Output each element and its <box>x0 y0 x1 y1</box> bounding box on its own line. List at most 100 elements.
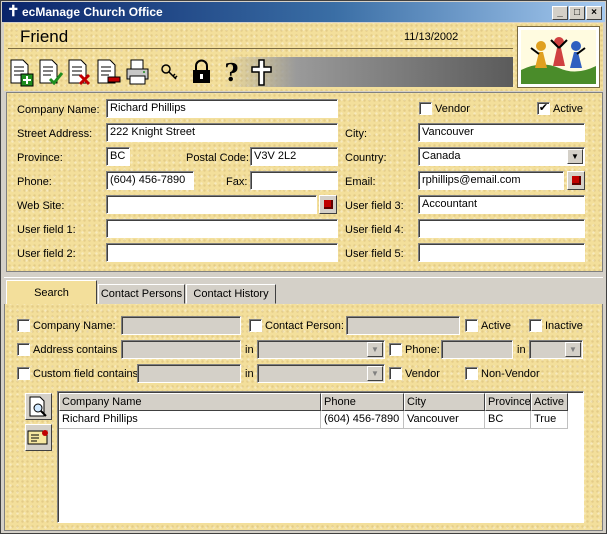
contact-person-filter-checkbox[interactable] <box>249 319 262 332</box>
send-email-button[interactable] <box>567 171 585 190</box>
page-title: Friend <box>20 27 69 46</box>
detail-form: Company Name: Richard Phillips Street Ad… <box>6 92 603 272</box>
contact-person-filter-input[interactable] <box>346 316 460 335</box>
church-logo <box>517 26 600 88</box>
postal-code-label: Postal Code: <box>186 152 249 164</box>
results-grid[interactable]: Company Name Phone City Province Active … <box>57 391 584 523</box>
column-header-province[interactable]: Province <box>485 393 531 411</box>
province-field[interactable]: BC <box>106 147 130 166</box>
active-filter-label: Active <box>481 320 511 332</box>
user-field-3-input[interactable]: Accountant <box>418 195 585 214</box>
company-name-filter-checkbox[interactable] <box>17 319 30 332</box>
address-filter-checkbox[interactable] <box>17 343 30 356</box>
vendor-filter-label: Vendor <box>405 368 440 380</box>
table-cell-company-name[interactable]: Richard Phillips <box>59 411 321 429</box>
tab-contact-history[interactable]: Contact History <box>186 284 276 304</box>
street-address-field[interactable]: 222 Knight Street <box>106 123 338 142</box>
save-check-icon[interactable] <box>37 57 64 87</box>
company-name-field[interactable]: Richard Phillips <box>106 99 338 118</box>
user-field-1-label: User field 1: <box>17 224 76 236</box>
web-site-field[interactable] <box>106 195 317 214</box>
country-select[interactable]: Canada <box>418 147 585 166</box>
close-button[interactable]: × <box>586 6 602 20</box>
phone-filter-checkbox[interactable] <box>389 343 402 356</box>
svg-text:?: ? <box>224 58 238 87</box>
address-in-select[interactable] <box>257 340 385 359</box>
user-field-3-label: User field 3: <box>345 200 404 212</box>
column-header-phone[interactable]: Phone <box>321 393 404 411</box>
chevron-down-icon[interactable]: ▼ <box>567 149 583 164</box>
maximize-button[interactable]: □ <box>569 6 585 20</box>
phone-in-label: in <box>517 344 526 356</box>
column-header-company-name[interactable]: Company Name <box>59 393 321 411</box>
country-label: Country: <box>345 152 387 164</box>
custom-field-in-select[interactable] <box>257 364 385 383</box>
remove-record-icon[interactable] <box>95 57 122 87</box>
user-field-4-label: User field 4: <box>345 224 404 236</box>
custom-field-filter-checkbox[interactable] <box>17 367 30 380</box>
email-field[interactable]: rphillips@email.com <box>418 171 564 190</box>
user-field-5-input[interactable] <box>418 243 585 262</box>
open-website-button[interactable] <box>319 195 337 214</box>
vendor-checkbox[interactable] <box>419 102 432 115</box>
red-square-icon <box>324 200 333 209</box>
lock-icon[interactable] <box>188 57 215 87</box>
chevron-down-icon[interactable]: ▼ <box>367 366 383 381</box>
phone-filter-label: Phone: <box>405 344 440 356</box>
phone-field[interactable]: (604) 456-7890 <box>106 171 194 190</box>
custom-field-filter-label: Custom field contains <box>33 368 139 380</box>
search-key-icon[interactable] <box>156 57 183 87</box>
province-label: Province: <box>17 152 63 164</box>
header-area: Friend 11/13/2002 ? <box>4 23 603 91</box>
vendor-filter-checkbox[interactable] <box>389 367 402 380</box>
tab-search[interactable]: Search <box>6 280 97 305</box>
chevron-down-icon[interactable]: ▼ <box>565 342 581 357</box>
company-name-filter-label: Company Name: <box>33 320 116 332</box>
chevron-down-icon[interactable]: ▼ <box>367 342 383 357</box>
user-field-5-label: User field 5: <box>345 248 404 260</box>
window-title: ecManage Church Office <box>22 5 163 19</box>
minimize-button[interactable]: _ <box>552 6 568 20</box>
title-bar: ✝ ecManage Church Office _ □ × <box>2 2 605 22</box>
fax-field[interactable] <box>250 171 338 190</box>
search-document-button[interactable] <box>25 393 52 420</box>
print-icon[interactable] <box>124 57 151 87</box>
user-field-1-input[interactable] <box>106 219 338 238</box>
cross-icon[interactable] <box>248 57 275 87</box>
table-cell-province[interactable]: BC <box>485 411 531 429</box>
active-checkbox[interactable]: ✔ <box>537 102 550 115</box>
city-label: City: <box>345 128 367 140</box>
inactive-filter-checkbox[interactable] <box>529 319 542 332</box>
fax-label: Fax: <box>226 176 248 188</box>
custom-field-filter-input[interactable] <box>137 364 241 383</box>
new-record-icon[interactable] <box>8 57 35 87</box>
table-cell-phone[interactable]: (604) 456-7890 <box>321 411 404 429</box>
phone-label: Phone: <box>17 176 52 188</box>
active-label: Active <box>553 103 583 115</box>
export-card-button[interactable] <box>25 424 52 451</box>
column-header-active[interactable]: Active <box>531 393 568 411</box>
company-name-label: Company Name: <box>17 104 100 116</box>
search-panel: Company Name: Contact Person: Active Ina… <box>4 304 603 531</box>
column-header-city[interactable]: City <box>404 393 485 411</box>
address-filter-label: Address contains <box>33 344 118 356</box>
custom-field-in-label: in <box>245 368 254 380</box>
non-vendor-filter-checkbox[interactable] <box>465 367 478 380</box>
user-field-4-input[interactable] <box>418 219 585 238</box>
help-icon[interactable]: ? <box>218 57 245 87</box>
city-field[interactable]: Vancouver <box>418 123 585 142</box>
active-filter-checkbox[interactable] <box>465 319 478 332</box>
inactive-filter-label: Inactive <box>545 320 583 332</box>
header-divider <box>8 48 513 49</box>
postal-code-field[interactable]: V3V 2L2 <box>250 147 338 166</box>
tab-contact-persons[interactable]: Contact Persons <box>98 284 185 304</box>
user-field-2-input[interactable] <box>106 243 338 262</box>
address-filter-input[interactable] <box>121 340 241 359</box>
current-date: 11/13/2002 <box>404 31 459 43</box>
table-cell-active[interactable]: True <box>531 411 568 429</box>
phone-filter-input[interactable] <box>441 340 513 359</box>
table-cell-city[interactable]: Vancouver <box>404 411 485 429</box>
street-address-label: Street Address: <box>17 128 93 140</box>
company-name-filter-input[interactable] <box>121 316 241 335</box>
delete-record-icon[interactable] <box>66 57 93 87</box>
